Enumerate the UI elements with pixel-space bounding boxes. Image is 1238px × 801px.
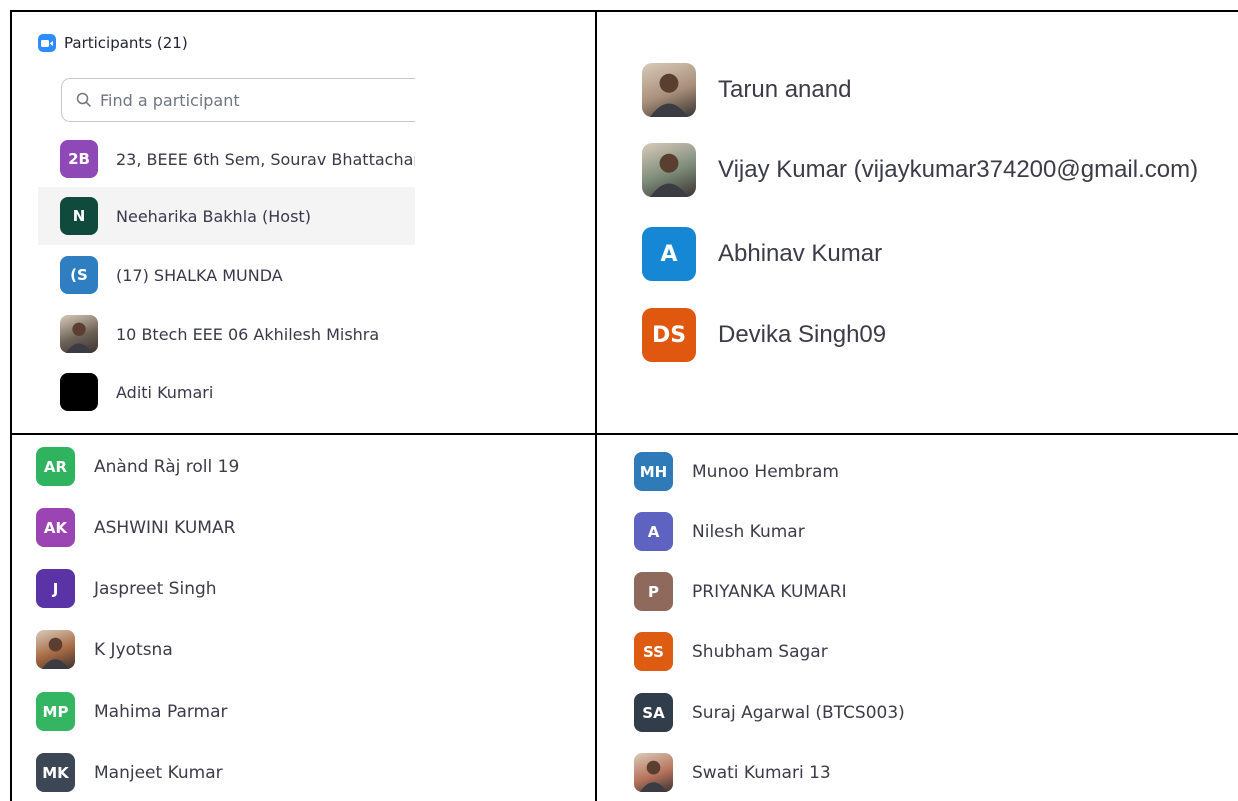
avatar-initials: SS — [634, 632, 673, 671]
avatar-photo — [642, 143, 696, 197]
participant-name: (17) SHALKA MUNDA — [116, 265, 283, 285]
avatar-photo — [634, 753, 673, 792]
participant-name: Swati Kumari 13 — [692, 762, 831, 783]
participant-row[interactable]: MK Manjeet Kumar — [36, 753, 223, 792]
participant-row[interactable]: 2B 23, BEEE 6th Sem, Sourav Bhattacharj — [38, 130, 424, 188]
participant-row[interactable]: J Jaspreet Singh — [36, 569, 217, 608]
participant-row[interactable]: SS Shubham Sagar — [634, 632, 828, 671]
avatar-initials: (S — [60, 256, 98, 294]
avatar-initials: 2B — [60, 140, 98, 178]
participant-name: Jaspreet Singh — [94, 578, 217, 599]
participants-bottom-left: AR Anànd Ràj roll 19 AK ASHWINI KUMAR J Jaspr… — [10, 433, 597, 801]
participants-panel-top-left: Participants (21) Find a participant 2B 2… — [10, 10, 597, 433]
participants-zoomed-top-right: Tarun anand Vijay Kumar (vijaykumar374200… — [597, 10, 1238, 433]
avatar-initials: P — [634, 572, 673, 611]
participant-row[interactable]: N Neeharika Bakhla (Host) — [38, 187, 415, 245]
participant-row[interactable]: Vijay Kumar (vijaykumar374200@gmail.com) — [642, 143, 1198, 197]
search-input[interactable]: Find a participant — [61, 78, 431, 122]
participant-name: Munoo Hembram — [692, 461, 839, 482]
participant-row[interactable]: AK ASHWINI KUMAR — [36, 508, 235, 547]
panel-title: Participants (21) — [64, 34, 188, 52]
participant-row[interactable]: K Jyotsna — [36, 630, 173, 669]
search-placeholder: Find a participant — [100, 90, 240, 110]
avatar-initials: N — [60, 197, 98, 235]
participant-name: Devika Singh09 — [718, 321, 887, 348]
participant-name: Abhinav Kumar — [718, 240, 883, 267]
avatar-initials: A — [642, 227, 696, 281]
avatar-photo — [60, 315, 98, 353]
participant-name: Tarun anand — [718, 76, 852, 103]
participant-name: Shubham Sagar — [692, 641, 828, 662]
avatar-initials: AR — [36, 447, 75, 486]
panel-edge-mask — [415, 67, 595, 433]
participant-name: 10 Btech EEE 06 Akhilesh Mishra — [116, 324, 380, 344]
participant-row[interactable]: 10 Btech EEE 06 Akhilesh Mishra — [38, 305, 415, 363]
avatar-initials: MP — [36, 692, 75, 731]
participant-row[interactable]: Swati Kumari 13 — [634, 753, 831, 792]
avatar-initials: DS — [642, 308, 696, 362]
participant-row[interactable]: Tarun anand — [642, 63, 851, 117]
participant-row[interactable]: DS Devika Singh09 — [642, 308, 886, 362]
participant-row[interactable]: Aditi Kumari — [38, 363, 415, 421]
search-icon — [76, 92, 92, 108]
participant-name: Nilesh Kumar — [692, 521, 805, 542]
participant-name: Aditi Kumari — [116, 382, 214, 402]
avatar-photo — [36, 630, 75, 669]
participant-name: Vijay Kumar (vijaykumar374200@gmail.com) — [718, 156, 1199, 183]
participant-row[interactable]: (S (17) SHALKA MUNDA — [38, 246, 415, 304]
panel-header: Participants (21) — [38, 34, 188, 52]
participant-name: ASHWINI KUMAR — [94, 517, 236, 538]
zoom-camera-icon — [38, 34, 56, 52]
participant-name: PRIYANKA KUMARI — [692, 581, 847, 602]
participant-name: Manjeet Kumar — [94, 762, 223, 783]
participant-name: Neeharika Bakhla (Host) — [116, 206, 311, 226]
participant-name: Anànd Ràj roll 19 — [94, 456, 240, 477]
participant-row[interactable]: MH Munoo Hembram — [634, 452, 839, 491]
participant-row[interactable]: AR Anànd Ràj roll 19 — [36, 447, 239, 486]
avatar-initials: AK — [36, 508, 75, 547]
avatar-initials: A — [634, 512, 673, 551]
participant-row[interactable]: A Nilesh Kumar — [634, 512, 805, 551]
participant-row[interactable]: A Abhinav Kumar — [642, 227, 882, 281]
participant-row[interactable]: SA Suraj Agarwal (BTCS003) — [634, 693, 905, 732]
participant-name: Suraj Agarwal (BTCS003) — [692, 702, 905, 723]
participant-name: K Jyotsna — [94, 639, 173, 660]
avatar-initials — [60, 373, 98, 411]
avatar-photo — [642, 63, 696, 117]
avatar-initials: SA — [634, 693, 673, 732]
participants-bottom-right: MH Munoo Hembram A Nilesh Kumar P PRIYANKA KU… — [597, 433, 1238, 801]
participant-row[interactable]: P PRIYANKA KUMARI — [634, 572, 847, 611]
participant-row[interactable]: MP Mahima Parmar — [36, 692, 228, 731]
avatar-initials: J — [36, 569, 75, 608]
participant-name: Mahima Parmar — [94, 701, 228, 722]
avatar-initials: MK — [36, 753, 75, 792]
avatar-initials: MH — [634, 452, 673, 491]
participant-name: 23, BEEE 6th Sem, Sourav Bhattacharj — [116, 149, 425, 169]
